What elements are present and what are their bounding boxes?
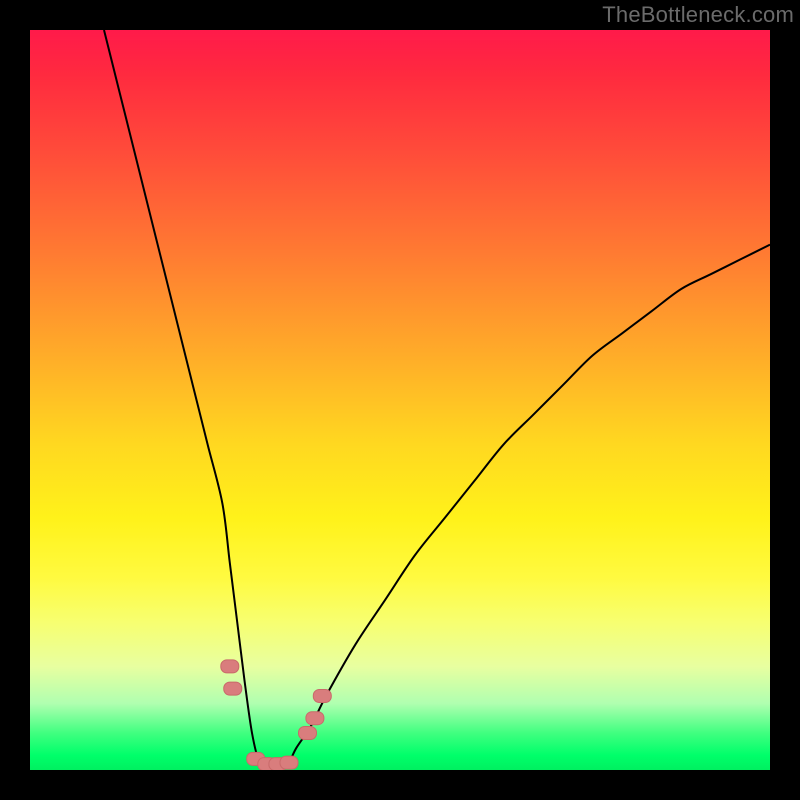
plot-area [30,30,770,770]
curve-markers [221,660,331,770]
bottleneck-curve [104,30,770,770]
watermark-text: TheBottleneck.com [602,2,794,28]
chart-frame: TheBottleneck.com [0,0,800,800]
curve-marker [299,727,317,740]
curve-marker [221,660,239,673]
curve-marker [313,690,331,703]
curve-marker [306,712,324,725]
curve-marker [224,682,242,695]
curve-marker [280,756,298,769]
bottleneck-curve-svg [30,30,770,770]
